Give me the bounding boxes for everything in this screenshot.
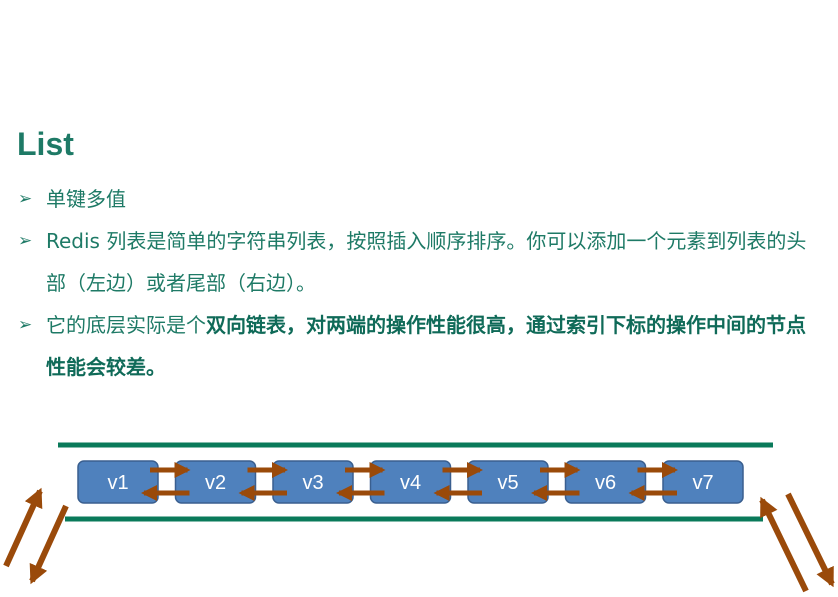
left-pop-arrow [29, 504, 69, 585]
linked-list-diagram: v1 v2 v3 v4 v5 v6 v7 [3, 442, 835, 593]
list-node: v7 [662, 460, 744, 504]
list-node: v3 [272, 460, 354, 504]
list-node-label: v2 [205, 472, 226, 494]
list-node: v6 [564, 460, 647, 504]
list-node: v1 [77, 460, 159, 504]
list-node-label: v1 [107, 472, 128, 494]
list-node-label: v7 [692, 472, 713, 494]
list-node-label: v5 [497, 472, 518, 494]
list-node-label: v6 [595, 472, 616, 494]
list-node-label: v3 [302, 472, 323, 494]
list-node: v5 [467, 460, 549, 504]
list-node: v2 [174, 460, 257, 504]
list-node-label: v4 [400, 472, 421, 494]
left-push-arrow [3, 487, 43, 568]
list-node: v4 [369, 460, 452, 504]
